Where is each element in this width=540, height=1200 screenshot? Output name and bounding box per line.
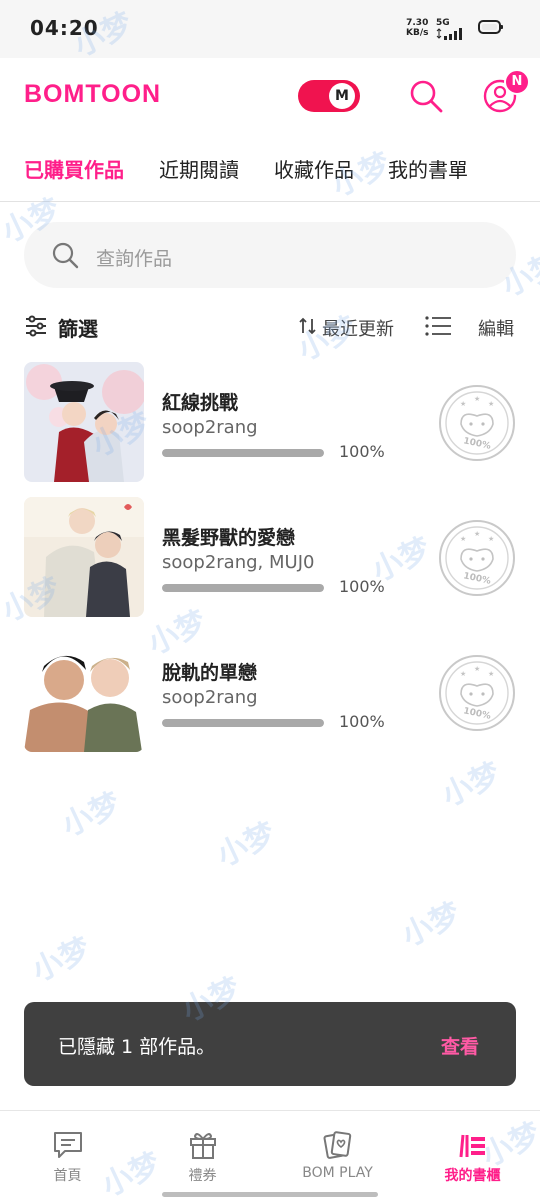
reading-progress-bar — [162, 584, 324, 592]
edit-button[interactable]: 編輯 — [478, 315, 514, 341]
watermark-text: 小梦 — [396, 896, 467, 954]
work-cover-image[interactable] — [24, 497, 144, 617]
library-tabs: 已購買作品 近期閱讀 收藏作品 我的書單 — [0, 134, 540, 202]
nav-coupons[interactable]: 禮券 — [135, 1111, 270, 1200]
sort-arrows-icon[interactable] — [298, 316, 318, 336]
bookshelf-icon — [459, 1134, 485, 1158]
search-placeholder: 查詢作品 — [96, 248, 173, 270]
list-toolbar: 篩選 最近更新 編輯 — [0, 306, 540, 346]
reading-progress-fill — [162, 449, 324, 457]
work-cover-image[interactable] — [24, 632, 144, 752]
svg-text:★: ★ — [488, 400, 494, 408]
snackbar-message: 已隱藏 1 部作品。 — [58, 1036, 216, 1058]
work-title[interactable]: 黑髮野獸的愛戀 — [162, 523, 295, 550]
mature-mode-toggle[interactable]: M — [298, 80, 360, 112]
nav-label: BOM PLAY — [302, 1165, 373, 1181]
reading-progress-fill — [162, 719, 324, 727]
reading-progress-text: 100% — [339, 712, 385, 731]
stamp-text: 100% — [462, 571, 491, 587]
search-icon[interactable] — [406, 76, 446, 116]
work-author: soop2rang, MUJ0 — [162, 552, 315, 573]
brand-logo[interactable]: BOMTOON — [24, 80, 161, 109]
snackbar: 已隱藏 1 部作品。 查看 — [24, 1002, 516, 1086]
svg-text:★: ★ — [474, 665, 480, 673]
filter-button[interactable]: 篩選 — [58, 313, 98, 342]
status-bar: 04:20 7.30 KB/s 5G — [0, 0, 540, 58]
watermark-text: 小梦 — [26, 931, 97, 989]
nav-my-bookshelf[interactable]: 我的書櫃 — [405, 1111, 540, 1200]
nav-home[interactable]: 首頁 — [0, 1111, 135, 1200]
svg-text:★: ★ — [474, 395, 480, 403]
svg-text:★: ★ — [474, 530, 480, 538]
list-view-icon[interactable] — [424, 314, 452, 338]
svg-text:★: ★ — [460, 535, 466, 543]
work-item[interactable]: 紅線挑戰 soop2rang 100% ★ ★ ★ 100% — [0, 362, 540, 484]
svg-text:★: ★ — [460, 400, 466, 408]
work-author: soop2rang — [162, 687, 258, 708]
notification-badge: N — [504, 69, 530, 95]
gift-icon — [190, 1133, 216, 1159]
tab-favorites[interactable]: 收藏作品 — [274, 154, 354, 183]
tab-my-booklist[interactable]: 我的書單 — [388, 154, 468, 183]
stamp-text: 100% — [462, 706, 491, 722]
search-field[interactable]: 查詢作品 — [24, 222, 516, 288]
nav-bom-play[interactable]: BOM PLAY — [270, 1111, 405, 1200]
reading-progress-text: 100% — [339, 577, 385, 596]
reading-progress-bar — [162, 719, 324, 727]
filter-sliders-icon[interactable] — [24, 314, 48, 338]
work-cover-image[interactable] — [24, 362, 144, 482]
completed-stamp-icon: ★ ★ ★ 100% — [439, 655, 515, 731]
home-indicator[interactable] — [162, 1192, 378, 1197]
reading-progress-text: 100% — [339, 442, 385, 461]
tab-purchased[interactable]: 已購買作品 — [24, 154, 124, 183]
nav-label: 禮券 — [188, 1168, 217, 1184]
work-item[interactable]: 黑髮野獸的愛戀 soop2rang, MUJ0 100% ★ ★ ★ 100% — [0, 497, 540, 619]
svg-text:★: ★ — [460, 670, 466, 678]
nav-label: 首頁 — [53, 1168, 82, 1184]
search-field-icon — [52, 242, 79, 269]
stamp-text: 100% — [462, 436, 491, 452]
completed-stamp-icon: ★ ★ ★ 100% — [439, 520, 515, 596]
bottom-navigation: 首頁 禮券 BOM PLAY 我的書櫃 — [0, 1110, 540, 1200]
work-title[interactable]: 脫軌的單戀 — [162, 658, 257, 685]
reading-progress-fill — [162, 584, 324, 592]
battery-icon — [478, 20, 503, 34]
tab-recent[interactable]: 近期閱讀 — [159, 154, 239, 183]
watermark-text: 小梦 — [436, 756, 507, 814]
reading-progress-bar — [162, 449, 324, 457]
card-play-icon — [323, 1131, 352, 1159]
network-speed-unit: KB/s — [406, 28, 429, 38]
network-type: 5G — [436, 18, 450, 28]
network-speed: 7.30 KB/s — [406, 18, 428, 38]
svg-text:★: ★ — [488, 535, 494, 543]
snackbar-view-button[interactable]: 查看 — [441, 1032, 479, 1059]
work-item[interactable]: 脫軌的單戀 soop2rang 100% ★ ★ ★ 100% — [0, 632, 540, 754]
work-author: soop2rang — [162, 417, 258, 438]
status-time: 04:20 — [30, 16, 99, 40]
sort-button[interactable]: 最近更新 — [322, 315, 394, 341]
app-header: BOMTOON M N — [0, 58, 540, 134]
completed-stamp-icon: ★ ★ ★ 100% — [439, 385, 515, 461]
work-title[interactable]: 紅線挑戰 — [162, 388, 238, 415]
mode-toggle-knob: M — [329, 83, 355, 109]
chat-home-icon — [54, 1132, 82, 1158]
nav-label: 我的書櫃 — [444, 1168, 501, 1184]
svg-text:★: ★ — [488, 670, 494, 678]
watermark-text: 小梦 — [56, 786, 127, 844]
signal-icon — [436, 28, 462, 40]
watermark-text: 小梦 — [211, 816, 282, 874]
network-speed-value: 7.30 — [406, 18, 429, 28]
